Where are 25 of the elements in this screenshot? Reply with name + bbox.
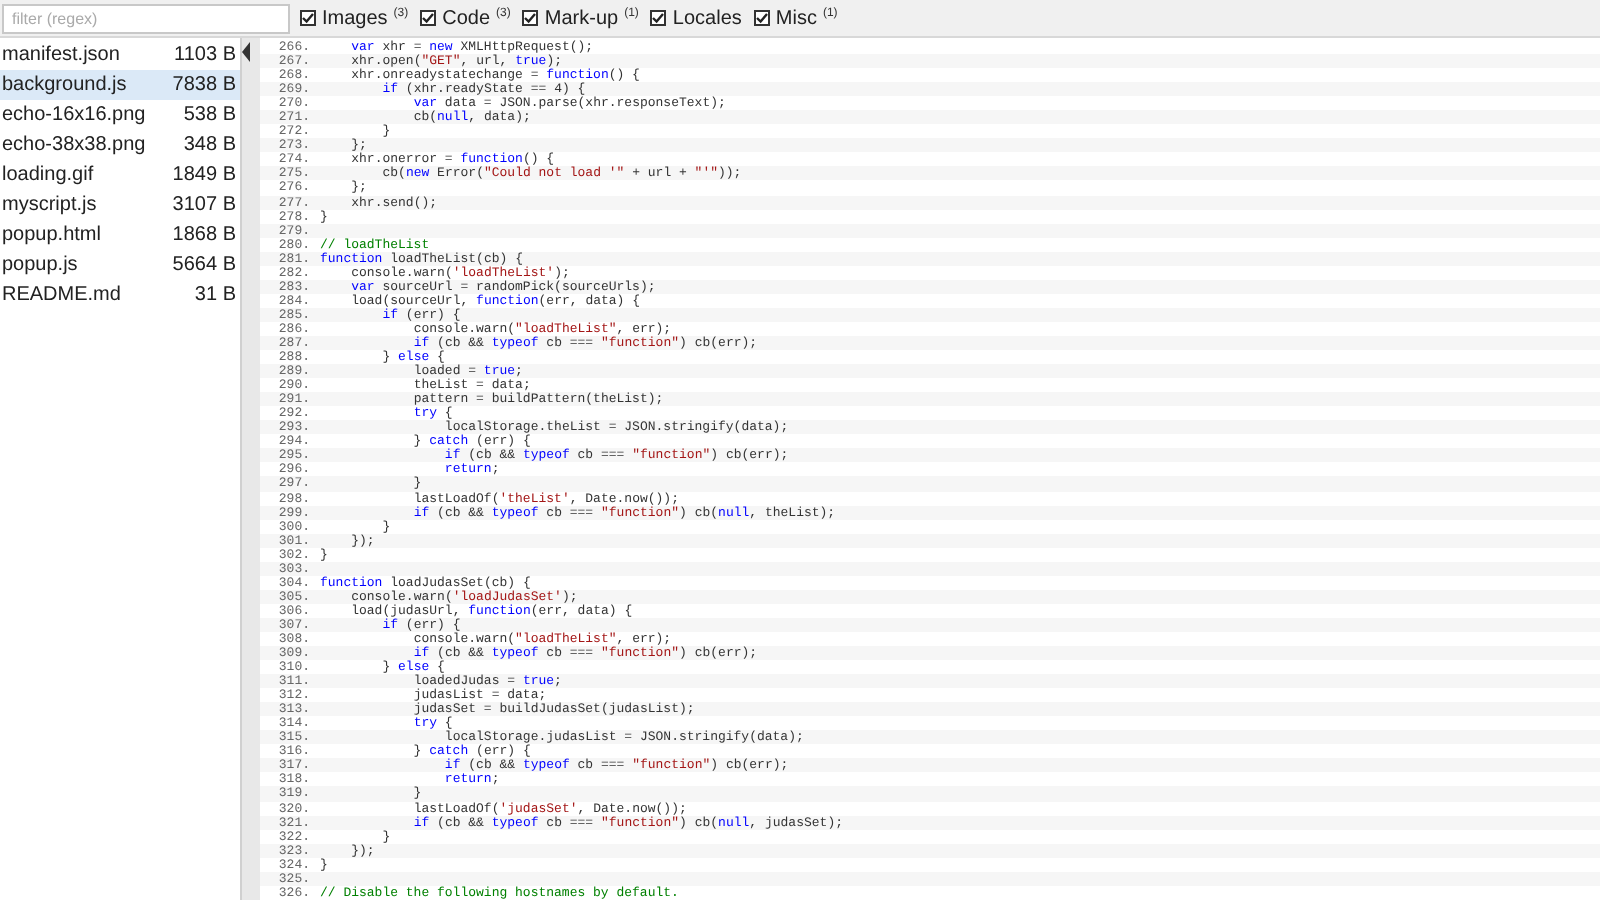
file-item[interactable]: popup.html 1868 B xyxy=(0,220,240,250)
file-item[interactable]: popup.js 5664 B xyxy=(0,250,240,280)
checkbox[interactable] xyxy=(522,10,539,26)
file-item[interactable]: background.js 7838 B xyxy=(0,70,240,100)
file-item[interactable]: loading.gif 1849 B xyxy=(0,160,240,190)
category-label: Code xyxy=(442,5,491,33)
filter-field[interactable]: filter (regex) xyxy=(2,3,290,33)
file-item[interactable]: echo-38x38.png 348 B xyxy=(0,130,240,160)
category-label: Misc xyxy=(775,5,817,33)
check-icon xyxy=(422,12,435,24)
category-label: Mark-up xyxy=(544,5,619,33)
category-label: Images xyxy=(322,5,388,33)
check-icon xyxy=(524,12,537,24)
category-label: Locales xyxy=(672,5,742,33)
file-item[interactable]: myscript.js 3107 B xyxy=(0,190,240,220)
checkbox[interactable] xyxy=(753,10,770,26)
checkbox[interactable] xyxy=(300,10,316,26)
check-icon xyxy=(302,12,314,24)
checkbox[interactable] xyxy=(420,10,437,26)
checkbox[interactable] xyxy=(650,10,667,26)
file-item[interactable]: manifest.json 1103 B xyxy=(0,40,240,70)
check-icon xyxy=(652,12,665,24)
check-icon xyxy=(755,12,768,24)
file-item[interactable]: README.md 31 B xyxy=(0,280,240,310)
file-item[interactable]: echo-16x16.png 538 B xyxy=(0,100,240,130)
